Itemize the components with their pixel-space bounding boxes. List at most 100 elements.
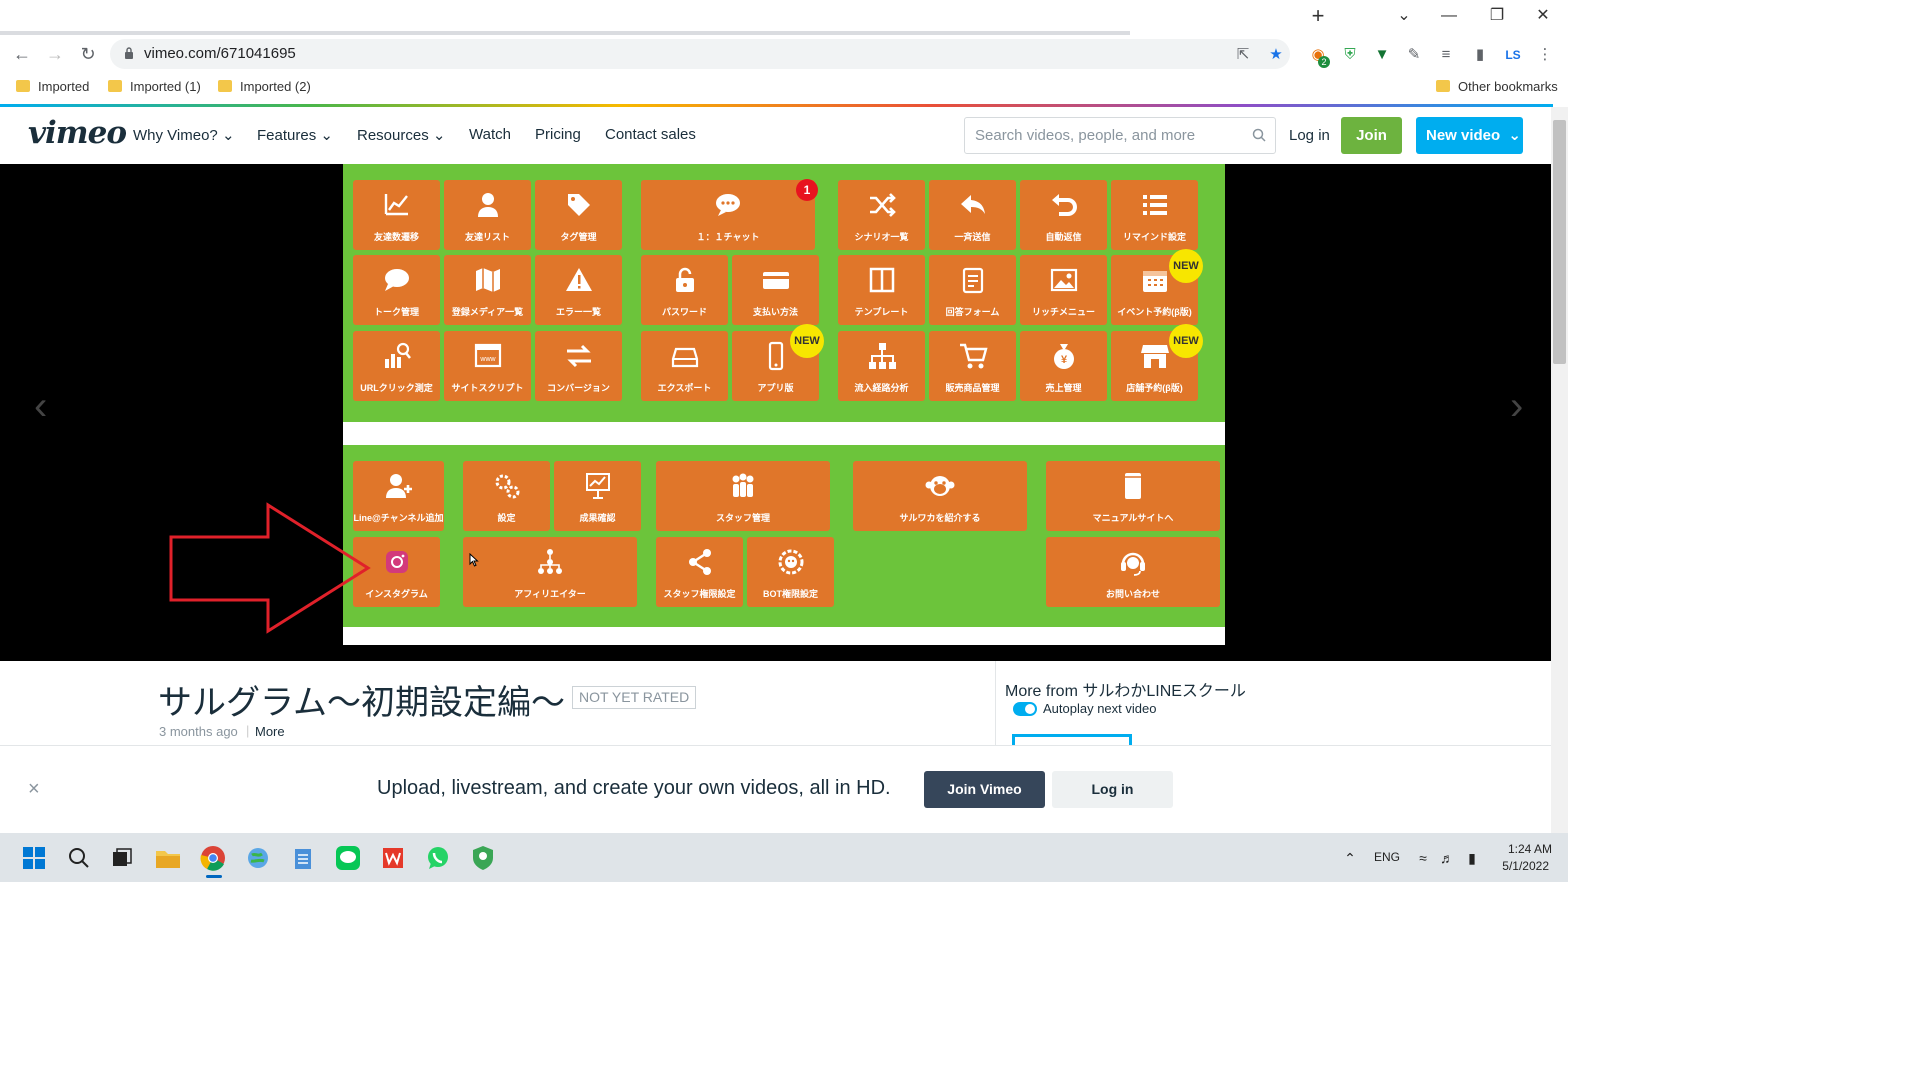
tile-label: 流入経路分析 [854, 383, 909, 393]
reading-list-icon[interactable]: ≡ [1435, 44, 1457, 66]
tile-top-18: www サイトスクリプト [444, 331, 531, 401]
hard-drive-icon [641, 341, 728, 371]
wifi-icon[interactable]: ≈ [1414, 849, 1432, 867]
folder-icon [218, 80, 232, 92]
back-button[interactable]: ← [10, 42, 34, 66]
language-indicator[interactable]: ENG [1374, 850, 1400, 864]
shield-extension-icon[interactable]: ⛨ [1339, 44, 1361, 66]
download-extension-icon[interactable]: ▼ [1371, 44, 1393, 66]
tile-label: 登録メディア一覧 [451, 307, 524, 317]
task-view-icon[interactable] [106, 842, 138, 874]
close-window-button[interactable]: ✕ [1520, 4, 1566, 28]
chevron-down-icon: ⌄ [1508, 127, 1521, 144]
join-vimeo-button[interactable]: Join Vimeo [924, 771, 1045, 808]
login-link[interactable]: Log in [1289, 127, 1330, 144]
tile-label: 支払い方法 [752, 307, 798, 317]
bookmark-imported[interactable]: Imported [16, 78, 89, 96]
extensions-puzzle-icon[interactable]: ✎ [1403, 44, 1425, 66]
bookmark-star-icon[interactable]: ★ [1265, 44, 1287, 66]
cart-icon [929, 341, 1016, 371]
nav-resources[interactable]: Resources ⌄ [357, 126, 445, 144]
join-button[interactable]: Join [1341, 117, 1402, 154]
bookmark-label: Imported [38, 79, 90, 94]
bookmark-imported-2[interactable]: Imported (2) [218, 78, 311, 96]
chevron-up-icon[interactable]: ⌃ [1341, 849, 1359, 867]
chart-line-icon [353, 190, 440, 220]
banner-login-button[interactable]: Log in [1052, 771, 1173, 808]
share-icon[interactable]: ⇱ [1232, 44, 1254, 66]
more-link[interactable]: More [255, 724, 285, 739]
notepad-icon[interactable] [287, 842, 319, 874]
tile-bottom-9: BOT権限設定 [747, 537, 834, 607]
battery-icon[interactable]: ▮ [1463, 849, 1481, 867]
nav-features[interactable]: Features ⌄ [257, 126, 333, 144]
new-video-button[interactable]: New video ⌄ [1416, 117, 1523, 154]
previous-video-arrow[interactable]: ‹ [34, 386, 58, 428]
tile-bottom-2: 成果確認 [554, 461, 641, 531]
nav-pricing[interactable]: Pricing [535, 126, 581, 143]
more-from-heading[interactable]: More from サルわかLINEスクール [1005, 677, 1246, 701]
list-icon [1111, 190, 1198, 220]
image-icon [1020, 265, 1107, 295]
tile-label: 販売商品管理 [945, 383, 1000, 393]
wps-office-icon[interactable] [377, 842, 409, 874]
minimize-button[interactable]: — [1426, 4, 1472, 28]
tile-top-9: 登録メディア一覧 [444, 255, 531, 325]
warning-icon [535, 265, 622, 295]
search-icon[interactable] [63, 842, 95, 874]
screen: + ⌄ — ❐ ✕ ← → ↻ vimeo.com/671041695 ⇱ ★ … [0, 0, 1568, 882]
reload-button[interactable]: ↻ [76, 42, 100, 66]
new-badge: NEW [790, 324, 824, 358]
tile-label: サルワカを紹介する [899, 513, 981, 523]
clock-time[interactable]: 1:24 AM [1504, 842, 1552, 856]
bookmark-imported-1[interactable]: Imported (1) [108, 78, 201, 96]
vpn-shield-icon[interactable] [467, 842, 499, 874]
tile-bottom-1: 設定 [463, 461, 550, 531]
tile-label: トーク管理 [373, 307, 419, 317]
new-tab-button[interactable]: + [1308, 4, 1328, 28]
chrome-icon[interactable] [197, 842, 229, 874]
network-icon [463, 547, 637, 577]
headset-icon [1046, 547, 1220, 577]
nav-contact-sales[interactable]: Contact sales [605, 126, 696, 143]
whatsapp-icon[interactable] [422, 842, 454, 874]
profile-avatar[interactable]: LS [1502, 44, 1524, 66]
close-icon[interactable]: × [28, 779, 46, 799]
search-placeholder: Search videos, people, and more [975, 127, 1196, 144]
globe-app-icon[interactable] [242, 842, 274, 874]
tile-label: テンプレート [854, 307, 909, 317]
folder-icon [16, 80, 30, 92]
autoplay-label: Autoplay next video [1043, 701, 1157, 716]
nav-why-vimeo[interactable]: Why Vimeo? ⌄ [133, 126, 235, 144]
sitemap-icon [838, 341, 925, 371]
restore-button[interactable]: ❐ [1474, 4, 1520, 28]
side-panel-icon[interactable]: ▮ [1469, 44, 1491, 66]
tile-top-24: ¥ 売上管理 [1020, 331, 1107, 401]
tab-search-icon[interactable]: ⌄ [1381, 4, 1427, 28]
nav-watch[interactable]: Watch [469, 126, 511, 143]
menu-kebab-icon[interactable]: ⋮ [1534, 44, 1556, 66]
volume-icon[interactable]: ♬ [1438, 849, 1456, 867]
robot-gear-icon [747, 547, 834, 577]
tile-bottom-8: スタッフ権限設定 [656, 537, 743, 607]
forward-button[interactable]: → [43, 42, 67, 66]
next-video-arrow[interactable]: › [1510, 386, 1534, 428]
scrollbar-thumb[interactable] [1553, 120, 1566, 364]
tile-label: シナリオ一覧 [854, 232, 909, 242]
chevron-down-icon: ⌄ [320, 127, 333, 144]
exchange-icon [535, 341, 622, 371]
vimeo-logo[interactable]: vimeo [28, 115, 127, 151]
file-explorer-icon[interactable] [152, 842, 184, 874]
tile-label: リマインド設定 [1122, 232, 1186, 242]
tile-label: マニュアルサイトへ [1092, 513, 1174, 523]
tile-label: 回答フォーム [945, 307, 1000, 317]
line-app-icon[interactable] [332, 842, 364, 874]
bookmark-other[interactable]: Other bookmarks [1436, 78, 1558, 96]
lock-icon [125, 47, 133, 59]
clock-date[interactable]: 5/1/2022 [1501, 859, 1549, 873]
search-icon[interactable] [1252, 128, 1266, 142]
url-text[interactable]: vimeo.com/671041695 [144, 45, 296, 62]
tile-top-7: リマインド設定 [1111, 180, 1198, 250]
click-chart-icon [353, 341, 440, 371]
windows-start-icon[interactable] [18, 842, 50, 874]
